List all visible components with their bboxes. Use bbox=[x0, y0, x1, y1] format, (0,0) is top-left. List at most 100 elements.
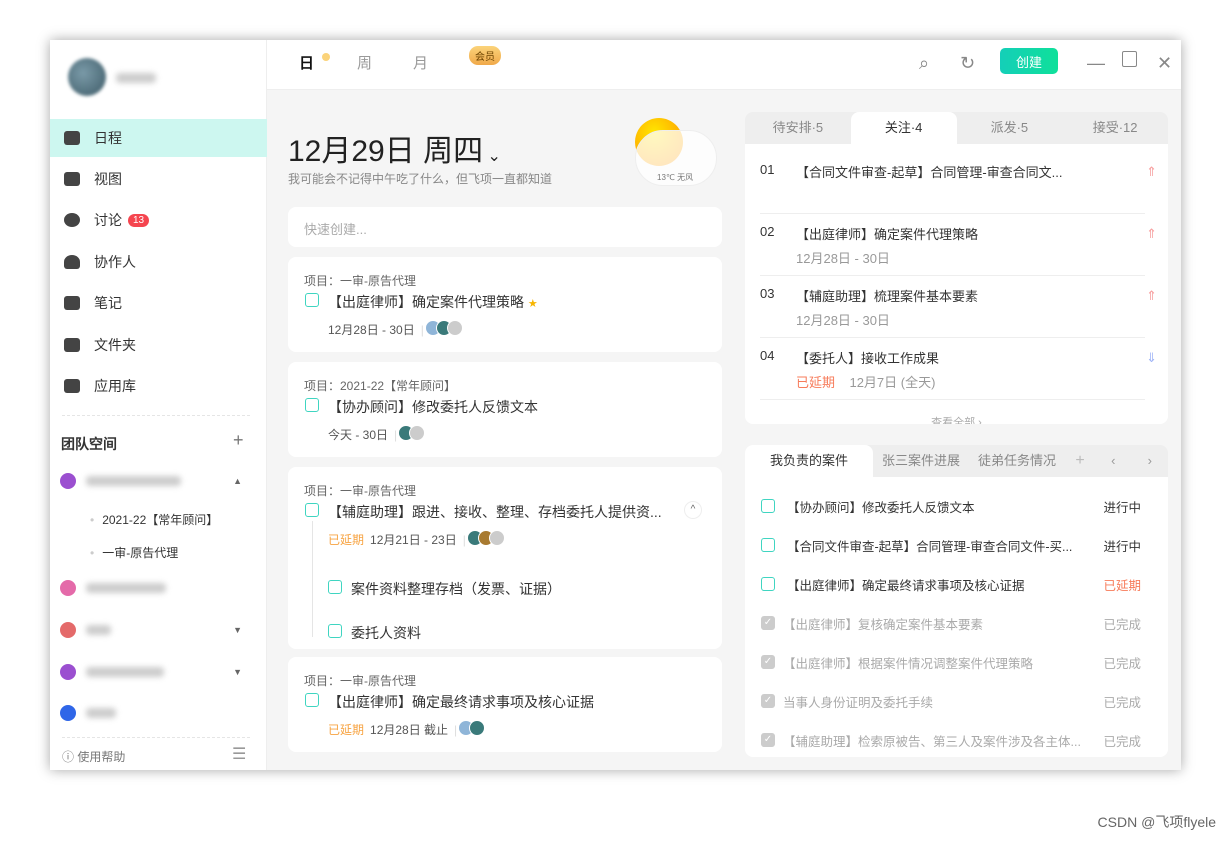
help-link[interactable]: ⓘ 使用帮助 bbox=[62, 748, 125, 765]
team-icon bbox=[60, 664, 76, 680]
chevron-left-icon[interactable]: ‹ bbox=[1095, 445, 1132, 477]
list-item[interactable]: 01 【合同文件审查-起草】合同管理-审查合同文... ⇑ bbox=[760, 152, 1157, 214]
list-item[interactable]: 03 【辅庭助理】梳理案件基本要素 12月28日 - 30日 ⇑ bbox=[760, 276, 1157, 338]
case-status: 已延期 bbox=[1103, 578, 1141, 593]
add-team-button[interactable]: + bbox=[233, 430, 244, 451]
menu-icon[interactable]: ☰ bbox=[232, 744, 246, 764]
sidebar-item-notes[interactable]: 笔记 bbox=[50, 284, 267, 322]
tab-dispatched[interactable]: 派发·5 bbox=[957, 112, 1063, 144]
chevron-down-icon[interactable]: ▼ bbox=[233, 625, 242, 635]
top-bar: 日 周 月 会员 ⌕ ↻ 创建 — ✕ bbox=[267, 40, 1181, 90]
tab-day[interactable]: 日 bbox=[299, 52, 314, 73]
task-checkbox[interactable] bbox=[305, 693, 319, 707]
team-item[interactable] bbox=[60, 701, 250, 725]
team-space-title: 团队空间 bbox=[61, 436, 117, 452]
case-title: 【出庭律师】根据案件情况调整案件代理策略 bbox=[783, 656, 1034, 671]
pin-icon[interactable]: ⇑ bbox=[1146, 226, 1157, 242]
tab-zhangsan-cases[interactable]: 张三案件进展 bbox=[873, 445, 969, 477]
task-date: 12月28日 - 30日 bbox=[328, 323, 415, 337]
sidebar-item-collaborators[interactable]: 协作人 bbox=[50, 243, 267, 281]
case-row[interactable]: ✓ 【辅庭助理】检索原被告、第三人及案件涉及各主体... 已完成 bbox=[761, 730, 1141, 750]
team-name-blurred bbox=[86, 625, 111, 635]
checked-icon[interactable]: ✓ bbox=[761, 655, 775, 669]
task-card[interactable]: 项目：一审-原告代理 【出庭律师】确定最终请求事项及核心证据 已延期 12月28日… bbox=[288, 657, 722, 752]
team-item[interactable] bbox=[60, 576, 250, 600]
sidebar-item-schedule[interactable]: 日程 bbox=[50, 119, 267, 157]
placeholder: 快速创建... bbox=[304, 222, 367, 237]
list-item[interactable]: 04 【委托人】接收工作成果 已延期 12月7日 (全天) ⇓ bbox=[760, 338, 1157, 400]
case-row[interactable]: 【合同文件审查-起草】合同管理-审查合同文件-买... 进行中 bbox=[761, 535, 1141, 555]
task-card[interactable]: 项目：一审-原告代理 【出庭律师】确定案件代理策略 ★ 12月28日 - 30日… bbox=[288, 257, 722, 352]
item-title: 【辅庭助理】梳理案件基本要素 bbox=[796, 289, 979, 304]
sidebar-item-apps[interactable]: 应用库 bbox=[50, 367, 267, 405]
task-meta: 12月28日 - 30日 | bbox=[328, 320, 463, 339]
add-tab-button[interactable]: + bbox=[1065, 445, 1095, 477]
help-label: 使用帮助 bbox=[77, 750, 126, 764]
minimize-icon[interactable]: — bbox=[1087, 53, 1105, 74]
pin-icon[interactable]: ⇑ bbox=[1146, 288, 1157, 304]
item-number: 03 bbox=[760, 286, 775, 301]
subproject-item[interactable]: 2021-22【常年顾问】 bbox=[90, 511, 218, 528]
quick-create-input[interactable]: 快速创建... bbox=[288, 207, 722, 247]
case-row[interactable]: ✓ 【出庭律师】复核确定案件基本要素 已完成 bbox=[761, 613, 1141, 633]
chevron-down-icon[interactable]: ▼ bbox=[233, 667, 242, 677]
case-checkbox[interactable] bbox=[761, 577, 775, 591]
collapse-button[interactable]: ^ bbox=[684, 501, 702, 519]
sidebar-item-view[interactable]: 视图 bbox=[50, 160, 267, 198]
tab-week[interactable]: 周 bbox=[357, 52, 372, 73]
task-checkbox[interactable] bbox=[305, 503, 319, 517]
checked-icon[interactable]: ✓ bbox=[761, 694, 775, 708]
sidebar-item-folder[interactable]: 文件夹 bbox=[50, 326, 267, 364]
chevron-up-icon[interactable]: ▲ bbox=[233, 476, 242, 486]
label: 文件夹 bbox=[94, 337, 136, 353]
item-title: 【委托人】接收工作成果 bbox=[796, 351, 940, 366]
task-title: 【出庭律师】确定最终请求事项及核心证据 bbox=[328, 694, 594, 710]
search-icon[interactable]: ⌕ bbox=[919, 53, 929, 74]
divider bbox=[62, 737, 250, 738]
tab-my-cases[interactable]: 我负责的案件 bbox=[745, 445, 873, 477]
chevron-right-icon[interactable]: › bbox=[1132, 445, 1169, 477]
case-row[interactable]: ✓ 当事人身份证明及委托手续 已完成 bbox=[761, 691, 1141, 711]
subtask-checkbox[interactable] bbox=[328, 624, 342, 638]
close-icon[interactable]: ✕ bbox=[1157, 53, 1172, 74]
tab-following[interactable]: 关注·4 bbox=[850, 112, 957, 144]
case-row[interactable]: ✓ 【出庭律师】根据案件情况调整案件代理策略 已完成 bbox=[761, 652, 1141, 672]
overdue-label: 已延期 bbox=[328, 533, 365, 547]
view-all-link[interactable]: 查看全部 › bbox=[745, 414, 1168, 424]
case-status: 已完成 bbox=[1103, 617, 1141, 632]
checked-icon[interactable]: ✓ bbox=[761, 616, 775, 630]
team-item[interactable]: ▲ bbox=[60, 469, 250, 493]
task-checkbox[interactable] bbox=[305, 398, 319, 412]
case-row[interactable]: 【协办顾问】修改委托人反馈文本 进行中 bbox=[761, 496, 1141, 516]
task-project: 项目：一审-原告代理 bbox=[304, 484, 416, 498]
pin-down-icon[interactable]: ⇓ bbox=[1146, 350, 1157, 366]
case-title: 【协办顾问】修改委托人反馈文本 bbox=[787, 500, 975, 515]
refresh-icon[interactable]: ↻ bbox=[960, 53, 975, 74]
case-checkbox[interactable] bbox=[761, 499, 775, 513]
avatar[interactable] bbox=[68, 58, 106, 96]
page-title[interactable]: 12月29日 周四 ⌄ bbox=[288, 126, 501, 170]
case-row[interactable]: 【出庭律师】确定最终请求事项及核心证据 已延期 bbox=[761, 574, 1141, 594]
tab-accepted[interactable]: 接受·12 bbox=[1062, 112, 1168, 144]
maximize-icon[interactable] bbox=[1122, 51, 1137, 67]
pin-icon[interactable]: ⇑ bbox=[1146, 164, 1157, 180]
team-item[interactable]: ▼ bbox=[60, 618, 250, 642]
task-card[interactable]: 项目：一审-原告代理 【辅庭助理】跟进、接收、整理、存档委托人提供资... ^ … bbox=[288, 467, 722, 649]
task-card[interactable]: 项目：2021-22【常年顾问】 【协办顾问】修改委托人反馈文本 今天 - 30… bbox=[288, 362, 722, 457]
calendar-icon bbox=[64, 131, 80, 145]
sidebar-item-discussion[interactable]: 讨论 13 bbox=[50, 201, 267, 239]
tab-pending[interactable]: 待安排·5 bbox=[745, 112, 851, 144]
create-button[interactable]: 创建 bbox=[1000, 48, 1058, 74]
checked-icon[interactable]: ✓ bbox=[761, 733, 775, 747]
case-title: 【辅庭助理】检索原被告、第三人及案件涉及各主体... bbox=[783, 734, 1081, 749]
list-item[interactable]: 02 【出庭律师】确定案件代理策略 12月28日 - 30日 ⇑ bbox=[760, 214, 1157, 276]
task-checkbox[interactable] bbox=[305, 293, 319, 307]
weather-text: 13℃ 无风 bbox=[657, 173, 694, 182]
subproject-item[interactable]: 一审-原告代理 bbox=[90, 544, 178, 561]
team-item[interactable]: ▼ bbox=[60, 660, 250, 684]
case-checkbox[interactable] bbox=[761, 538, 775, 552]
subtask-checkbox[interactable] bbox=[328, 580, 342, 594]
tab-month[interactable]: 月 bbox=[413, 52, 428, 73]
case-title: 当事人身份证明及委托手续 bbox=[783, 695, 934, 710]
tab-apprentice-tasks[interactable]: 徒弟任务情况 bbox=[969, 445, 1065, 477]
